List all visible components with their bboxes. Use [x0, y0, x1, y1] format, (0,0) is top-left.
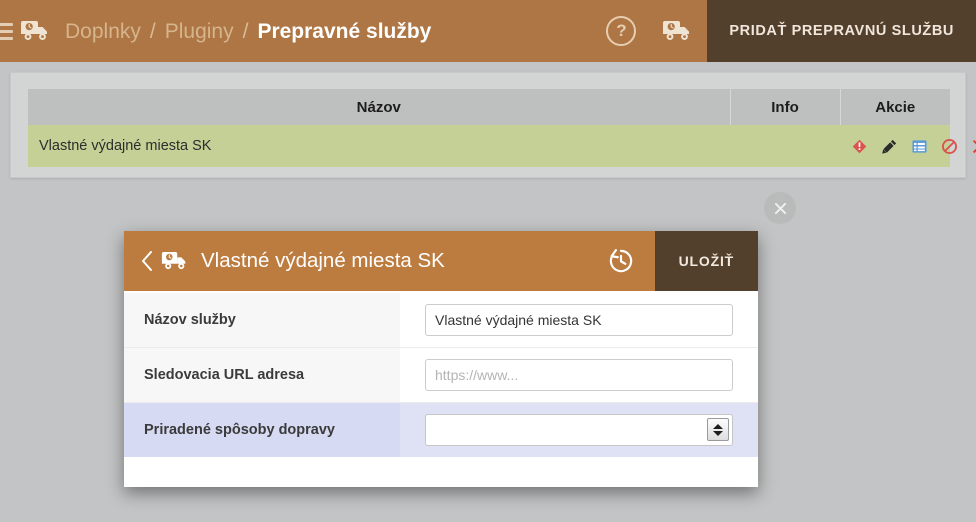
- delivery-truck-icon[interactable]: [661, 15, 693, 47]
- cell-actions: [840, 125, 976, 167]
- shipping-services-table: Názov Info Akcie Vlastné výdajné miesta …: [28, 89, 976, 167]
- field-label-service-name: Názov služby: [124, 293, 400, 347]
- edit-pencil-icon[interactable]: [882, 139, 897, 154]
- delete-x-icon[interactable]: [972, 139, 976, 154]
- close-x-icon: [774, 202, 786, 214]
- form-row-service-name: Názov služby: [124, 293, 758, 348]
- shipping-methods-select[interactable]: [425, 414, 733, 446]
- hamburger-bar: [0, 36, 13, 40]
- add-shipping-service-button[interactable]: PRIDAŤ PREPRAVNÚ SLUŽBU: [707, 0, 976, 62]
- modal-footer: [124, 457, 758, 475]
- modal-header: Vlastné výdajné miesta SK ULOŽIŤ: [124, 231, 758, 291]
- column-header-akcie: Akcie: [840, 89, 950, 125]
- top-header-bar: Doplnky / Pluginy / Prepravné služby ? P…: [0, 0, 976, 62]
- field-label-shipping-methods: Priradené spôsoby dopravy: [124, 403, 400, 457]
- tracking-url-input[interactable]: [425, 359, 733, 391]
- table-row: Vlastné výdajné miesta SK: [28, 125, 976, 167]
- field-label-tracking-url: Sledovacia URL adresa: [124, 348, 400, 402]
- modal-body: Názov služby Sledovacia URL adresa Prira…: [124, 291, 758, 475]
- hamburger-bar: [0, 22, 13, 26]
- delivery-truck-icon: [160, 247, 188, 275]
- cell-info: [730, 125, 840, 167]
- field-control-shipping-methods: [400, 403, 758, 457]
- breadcrumb-item-current: Prepravné služby: [257, 19, 432, 43]
- delivery-truck-icon: [19, 15, 51, 47]
- breadcrumb-separator: /: [149, 19, 156, 43]
- cell-service-name: Vlastné výdajné miesta SK: [28, 125, 730, 167]
- chevron-left-icon[interactable]: [134, 250, 160, 272]
- form-row-shipping-methods: Priradené spôsoby dopravy: [124, 403, 758, 457]
- chevron-up-icon: [713, 423, 723, 429]
- chevron-down-icon: [713, 430, 723, 436]
- close-overlay-button[interactable]: [764, 192, 796, 224]
- help-button[interactable]: ?: [599, 9, 643, 53]
- edit-service-modal: Vlastné výdajné miesta SK ULOŽIŤ Názov s…: [124, 231, 758, 487]
- modal-title: Vlastné výdajné miesta SK: [201, 249, 445, 272]
- shipping-methods-stepper[interactable]: [707, 418, 729, 441]
- field-control-tracking-url: [400, 348, 758, 402]
- breadcrumb-separator: /: [242, 19, 249, 43]
- history-restore-icon[interactable]: [599, 239, 643, 283]
- hamburger-bar: [0, 29, 13, 33]
- hamburger-menu-icon[interactable]: [0, 22, 13, 40]
- breadcrumb-item-doplnky[interactable]: Doplnky: [65, 21, 141, 42]
- form-row-tracking-url: Sledovacia URL adresa: [124, 348, 758, 403]
- shipping-methods-select-box: [425, 414, 733, 446]
- warning-diamond-icon[interactable]: [852, 139, 867, 154]
- column-header-info: Info: [730, 89, 841, 125]
- service-name-input[interactable]: [425, 304, 733, 336]
- services-card: Názov Info Akcie Vlastné výdajné miesta …: [10, 72, 976, 178]
- list-table-icon[interactable]: [912, 139, 927, 154]
- breadcrumb: Doplnky / Pluginy / Prepravné služby: [65, 21, 431, 42]
- save-button[interactable]: ULOŽIŤ: [654, 231, 758, 291]
- table-header-row: Názov Info Akcie: [28, 89, 950, 125]
- column-header-nazov: Názov: [28, 89, 731, 125]
- question-mark-icon: ?: [606, 16, 637, 46]
- ban-disable-icon[interactable]: [942, 138, 958, 154]
- field-control-service-name: [400, 293, 758, 347]
- breadcrumb-item-pluginy[interactable]: Pluginy: [165, 21, 234, 42]
